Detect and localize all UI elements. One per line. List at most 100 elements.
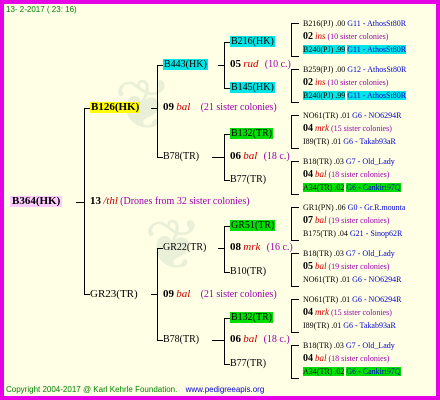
note-text: (19 sister colonies) xyxy=(328,262,390,271)
connector xyxy=(291,207,299,208)
gen4-id[interactable]: B18(TR) xyxy=(303,157,332,166)
note-num: 05 xyxy=(230,58,241,70)
connector xyxy=(291,56,299,57)
gen2-queen[interactable]: B443(HK) xyxy=(163,59,208,70)
sire-mating-note: 09 bal (21 sister colonies) xyxy=(163,101,277,114)
gen3-queen[interactable]: B77(TR) xyxy=(230,358,266,369)
connector xyxy=(224,134,225,181)
connector xyxy=(291,345,299,346)
gen4-dam-line: A34(TR) .02 G6 - Cankiri97Q xyxy=(303,182,401,193)
gen4-line: G6 - NO6294R xyxy=(352,295,402,304)
gen4-line: G7 - Old_Lady xyxy=(345,341,395,350)
gen4-val: .01 xyxy=(340,111,351,120)
connector xyxy=(291,23,299,24)
gen4-dam-line: B240(PJ) .99 G11 - AthosSt80R xyxy=(303,44,407,55)
gen4-id[interactable]: B216(PJ) xyxy=(303,19,333,28)
gen4-id[interactable]: NO61(TR) xyxy=(303,275,338,284)
gen4-id[interactable]: A34(TR) xyxy=(303,367,332,376)
note-text: (16 c.) xyxy=(266,242,293,253)
gen4-mating-note: 04 bal (18 sister colonies) xyxy=(303,353,389,364)
connector xyxy=(291,378,299,379)
connector xyxy=(291,102,299,103)
gen4-mating-note: 02 ins (10 sister colonies) xyxy=(303,77,388,88)
gen4-line: G6 - Cankiri97Q xyxy=(346,367,401,376)
gen4-id[interactable]: B259(PJ) xyxy=(303,65,333,74)
note-num: 02 xyxy=(303,31,313,42)
connector xyxy=(224,226,225,273)
gen4-val: .00 xyxy=(335,19,346,28)
connector xyxy=(291,194,299,195)
note-num: 09 xyxy=(163,288,174,300)
gen4-sire-line: GR1(PN) .06 G0 - Gr.R.mounta xyxy=(303,202,405,213)
gen4-id[interactable]: B240(PJ) xyxy=(303,45,333,54)
note-mark: bal xyxy=(243,333,258,345)
note-num: 06 xyxy=(230,150,241,162)
gen4-id[interactable]: NO61(TR) xyxy=(303,295,338,304)
note-mark: mrk xyxy=(243,241,261,253)
connector xyxy=(291,23,292,57)
note-text: (15 sister colonies) xyxy=(331,308,392,317)
note-text: (18 c.) xyxy=(263,334,290,345)
gen2-mating-note: 08 mrk (16 c.) xyxy=(230,241,293,254)
gen3-queen[interactable]: B10(TR) xyxy=(230,266,266,277)
gen4-id[interactable]: NO61(TR) xyxy=(303,111,338,120)
gen3-queen[interactable]: B132(TR) xyxy=(230,128,274,139)
gen4-id[interactable]: A34(TR) xyxy=(303,183,332,192)
note-mark: rud xyxy=(243,58,259,70)
copyright-text: Copyright 2004-2017 @ Karl Kehrle Founda… xyxy=(6,385,178,394)
site-link[interactable]: www.pedigreeapis.org xyxy=(186,385,265,394)
gen4-val: .06 xyxy=(335,203,346,212)
gen4-mating-note: 04 mrk (15 sister colonies) xyxy=(303,307,392,318)
note-num: 06 xyxy=(230,333,241,345)
gen4-id[interactable]: B240(PJ) xyxy=(303,91,333,100)
gen4-val: .99 xyxy=(335,91,346,100)
dam-queen[interactable]: GR23(TR) xyxy=(90,289,138,300)
root-queen[interactable]: B364(HK) xyxy=(10,196,63,207)
gen4-id[interactable]: B18(TR) xyxy=(303,341,332,350)
gen4-id[interactable]: GR1(PN) xyxy=(303,203,334,212)
gen3-queen[interactable]: B145(HK) xyxy=(230,82,275,93)
dam-mating-note: 09 bal (21 sister colonies) xyxy=(163,288,277,301)
note-num: 04 xyxy=(303,169,313,180)
gen4-val: .01 xyxy=(340,275,351,284)
gen2-queen[interactable]: B78(TR) xyxy=(163,151,199,162)
note-text: (15 sister colonies) xyxy=(331,124,392,133)
gen3-queen[interactable]: B132(TR) xyxy=(230,312,274,323)
gen4-val: .01 xyxy=(340,295,351,304)
gen4-val: .99 xyxy=(335,45,346,54)
gen3-queen[interactable]: GR51(TR) xyxy=(230,220,276,231)
gen4-line: G0 - Gr.R.mounta xyxy=(347,203,406,212)
gen4-id[interactable]: B175(TR) xyxy=(303,229,336,238)
connector xyxy=(224,42,225,89)
footer: Copyright 2004-2017 @ Karl Kehrle Founda… xyxy=(6,384,264,395)
connector xyxy=(291,115,299,116)
gen4-id[interactable]: I89(TR) xyxy=(303,321,329,330)
gen2-mating-note: 06 bal (18 c.) xyxy=(230,333,290,346)
gen4-mating-note: 05 bal (19 sister colonies) xyxy=(303,261,389,272)
gen2-mating-note: 06 bal (18 c.) xyxy=(230,150,290,163)
gen2-queen[interactable]: B78(TR) xyxy=(163,334,199,345)
connector xyxy=(291,161,299,162)
gen3-queen[interactable]: B216(HK) xyxy=(230,36,275,47)
gen3-queen[interactable]: B77(TR) xyxy=(230,174,266,185)
note-mark: mrk xyxy=(315,123,329,133)
gen4-dam-line: I89(TR) .01 G6 - Takab93aR xyxy=(303,136,396,147)
note-mark: /thl xyxy=(103,195,118,207)
note-text: (19 sister colonies) xyxy=(328,216,390,225)
gen4-line: G11 - AthosSt80R xyxy=(347,19,407,28)
gen4-val: .04 xyxy=(337,229,348,238)
connector xyxy=(291,115,292,149)
gen4-id[interactable]: B18(TR) xyxy=(303,249,332,258)
gen2-queen[interactable]: GR22(TR) xyxy=(163,242,206,253)
note-num: 02 xyxy=(303,77,313,88)
connector xyxy=(291,161,292,195)
note-mark: ins xyxy=(315,77,326,87)
gen4-line: G21 - Sinop62R xyxy=(349,229,403,238)
note-num: 04 xyxy=(303,353,313,364)
gen4-line: G11 - AthosSt80R xyxy=(347,45,407,54)
gen4-id[interactable]: I89(TR) xyxy=(303,137,329,146)
gen4-dam-line: A34(TR) .02 G6 - Cankiri97Q xyxy=(303,366,401,377)
note-mark: bal xyxy=(176,101,191,113)
sire-queen[interactable]: B126(HK) xyxy=(90,102,141,113)
gen2-mating-note: 05 rud (10 c.) xyxy=(230,58,291,71)
